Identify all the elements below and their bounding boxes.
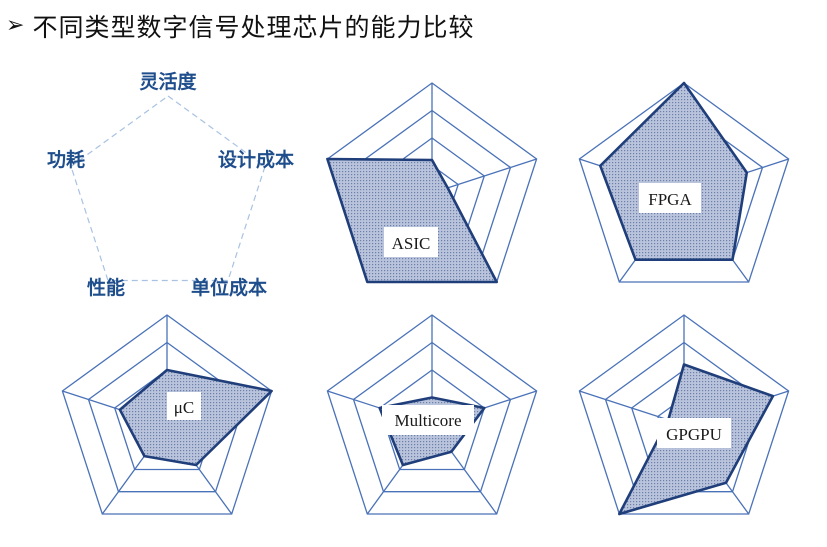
radar-chart-multicore: Multicore xyxy=(326,314,538,515)
legend-outline xyxy=(70,95,266,282)
chip-label-asic: ASIC xyxy=(392,234,431,253)
radar-shape-fpga xyxy=(598,81,749,262)
chip-label-box: μC xyxy=(167,392,201,420)
legend-label-power: 功耗 xyxy=(47,149,85,171)
chip-label-box: Multicore xyxy=(382,405,474,435)
radar-chart-asic: ASIC xyxy=(326,82,538,284)
chip-label-uc: μC xyxy=(174,398,194,417)
chip-label-box: ASIC xyxy=(384,227,438,257)
radar-shape-asic xyxy=(326,157,499,284)
legend-label-flexibility: 灵活度 xyxy=(139,70,197,93)
chip-label-fpga: FPGA xyxy=(648,190,692,209)
radar-chart-gpgpu: GPGPU xyxy=(578,314,790,516)
legend-label-performance: 性能 xyxy=(87,276,125,299)
radar-chart-fpga: FPGA xyxy=(578,81,790,283)
chip-label-gpgpu: GPGPU xyxy=(666,425,722,444)
chip-label-box: GPGPU xyxy=(657,418,731,448)
radar-diagram: 灵活度 设计成本 单位成本 性能 功耗 ASIC FPGA μC Multico… xyxy=(47,70,790,516)
radar-chart-uc: μC xyxy=(61,314,273,515)
legend-label-unit-cost: 单位成本 xyxy=(191,276,267,299)
chip-label-box: FPGA xyxy=(639,183,701,213)
chip-label-multicore: Multicore xyxy=(394,411,461,430)
axis-legend: 灵活度 设计成本 单位成本 性能 功耗 xyxy=(47,70,294,299)
legend-label-design-cost: 设计成本 xyxy=(218,148,294,171)
